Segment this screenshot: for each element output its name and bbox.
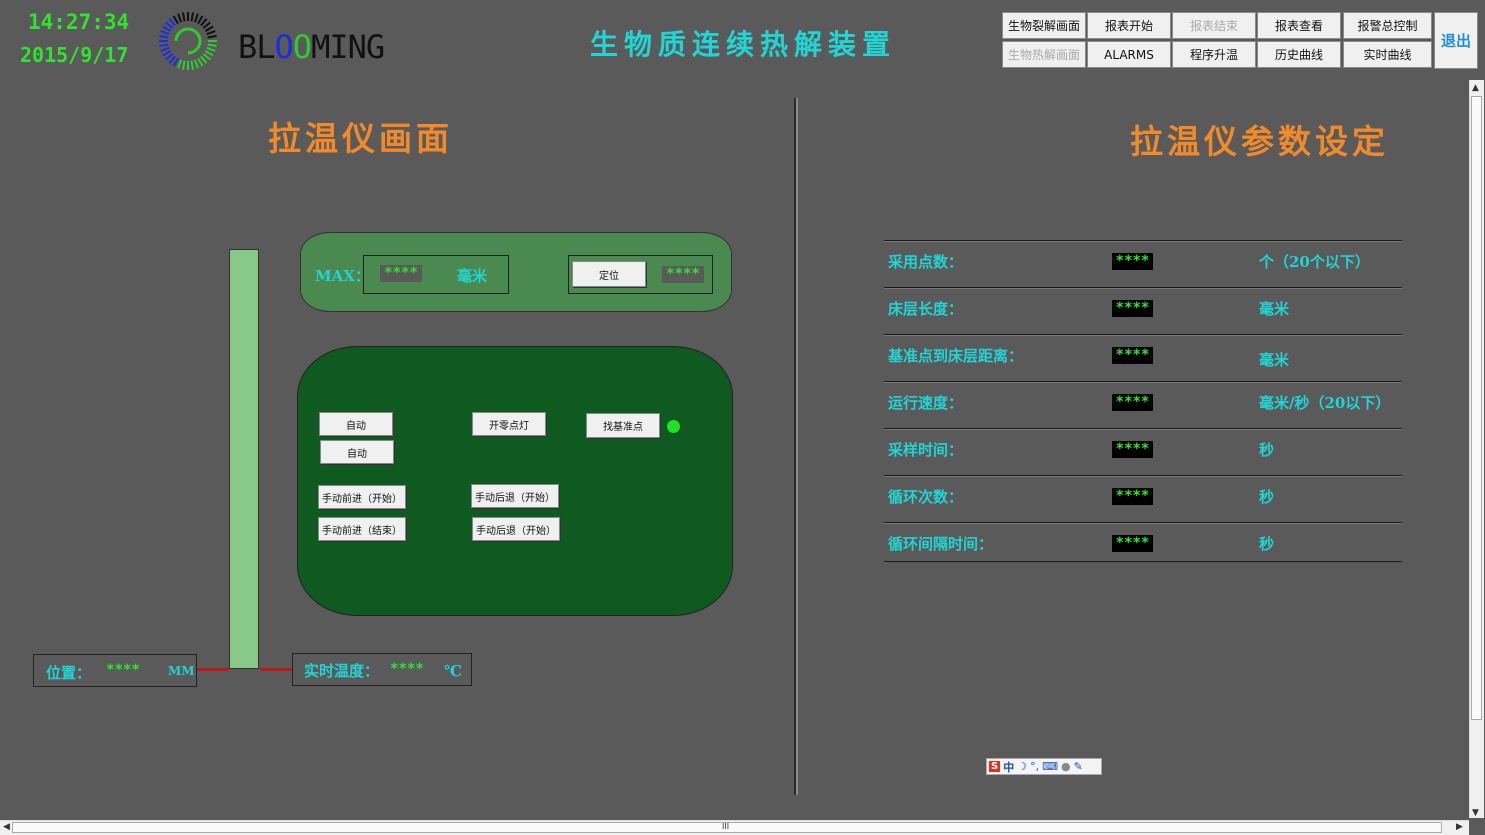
app-title: 生物质连续热解装置 — [590, 28, 897, 61]
brand-letter: N — [347, 28, 367, 66]
parameter-value-input[interactable]: **** — [1112, 488, 1153, 505]
parameter-label: 运行速度： — [888, 394, 964, 412]
parameter-row: 循环间隔时间： **** 秒 — [884, 522, 1402, 570]
temperature-unit: ℃ — [444, 662, 462, 680]
parameter-label: 循环次数： — [888, 488, 964, 506]
nav-button-row1-2[interactable]: 报表开始 — [1087, 12, 1171, 39]
punctuation-icon[interactable]: °, — [1030, 760, 1039, 773]
parameter-unit: 秒 — [1259, 488, 1275, 506]
nav-button-row1-3[interactable]: 报表结束 — [1172, 12, 1256, 39]
nav-button-row2-4[interactable]: 历史曲线 — [1257, 41, 1341, 68]
clock-time: 14:27:34 — [28, 10, 130, 34]
column-bar — [229, 249, 259, 669]
position-connector — [197, 668, 229, 671]
scroll-down-icon[interactable]: ▼ — [1472, 808, 1479, 818]
nav-button-row1-5[interactable]: 报警总控制 — [1343, 12, 1432, 39]
nav-button-row1-1[interactable]: 生物裂解画面 — [1002, 12, 1086, 39]
nav-button-row1-4[interactable]: 报表查看 — [1257, 12, 1341, 39]
parameter-label: 循环间隔时间： — [888, 535, 994, 553]
position-unit: MM — [168, 664, 195, 678]
temp-connector — [260, 668, 292, 671]
auto-button-1[interactable]: 自动 — [319, 412, 393, 436]
temperature-label: 实时温度： — [304, 662, 380, 680]
temperature-value: **** — [388, 661, 426, 678]
wrench-icon[interactable]: ✎ — [1074, 760, 1083, 773]
brand-letter: M — [311, 28, 330, 66]
manual-backward-start-button-2[interactable]: 手动后退（开始） — [472, 517, 560, 541]
auto-button-2[interactable]: 自动 — [320, 440, 394, 464]
ime-toolbar[interactable]: S 中 ☽ °, ⌨ ● ✎ — [986, 758, 1102, 775]
brand-letter: O — [292, 28, 312, 66]
vertical-divider — [794, 98, 796, 795]
brand-letter: I — [329, 28, 348, 66]
scroll-up-icon[interactable]: ▲ — [1472, 83, 1479, 93]
parameter-unit: 毫米 — [1259, 300, 1290, 318]
parameter-unit: 秒 — [1259, 441, 1275, 459]
zero-light-button[interactable]: 开零点灯 — [472, 412, 546, 436]
scroll-grip-icon: III — [722, 822, 730, 831]
parameter-row: 采样时间： **** 秒 — [884, 428, 1402, 476]
parameter-label: 床层长度： — [888, 300, 964, 318]
parameter-value-input[interactable]: **** — [1112, 347, 1153, 364]
manual-backward-start-button-1[interactable]: 手动后退（开始） — [471, 484, 559, 508]
parameter-row: 循环次数： **** 秒 — [884, 475, 1402, 523]
parameter-row: 基准点到床层距离： **** 毫米 — [884, 334, 1402, 382]
position-label: 位置： — [46, 664, 92, 682]
scroll-left-icon[interactable]: ◀ — [3, 822, 10, 832]
parameter-unit: 个（20个以下） — [1259, 253, 1370, 271]
ime-mode[interactable]: 中 — [1003, 759, 1014, 775]
user-icon[interactable]: ● — [1061, 760, 1071, 773]
moon-icon[interactable]: ☽ — [1017, 760, 1027, 773]
blooming-logo-icon — [159, 12, 217, 70]
keyboard-icon[interactable]: ⌨ — [1042, 760, 1058, 773]
locate-value: **** — [662, 266, 704, 283]
parameter-value-input[interactable]: **** — [1112, 394, 1153, 411]
nav-button-row2-5[interactable]: 实时曲线 — [1343, 41, 1432, 68]
max-unit: 毫米 — [457, 267, 488, 285]
parameter-label: 采样时间： — [888, 441, 964, 459]
max-label: MAX： — [315, 267, 370, 285]
ime-logo-icon: S — [989, 761, 1001, 772]
parameter-value-input[interactable]: **** — [1112, 535, 1153, 552]
brand-letter: B — [238, 28, 257, 66]
nav-button-row2-3[interactable]: 程序升温 — [1172, 41, 1256, 68]
manual-forward-end-button[interactable]: 手动前进（结束） — [318, 517, 406, 541]
parameter-value-input[interactable]: **** — [1112, 441, 1153, 458]
clock-date: 2015/9/17 — [20, 43, 129, 67]
parameter-table-bottom-line — [884, 561, 1402, 562]
parameter-label: 采用点数： — [888, 253, 964, 271]
scroll-right-icon[interactable]: ▶ — [1456, 822, 1463, 832]
parameter-row: 运行速度： **** 毫米/秒（20以下） — [884, 381, 1402, 429]
right-section-title: 拉温仪参数设定 — [1130, 122, 1389, 161]
nav-button-row2-1[interactable]: 生物热解画面 — [1002, 41, 1086, 68]
brand-name: BLOOMING — [238, 28, 385, 66]
nav-button-row2-2[interactable]: ALARMS — [1087, 41, 1171, 68]
exit-button[interactable]: 退出 — [1434, 12, 1478, 69]
parameter-row: 床层长度： **** 毫米 — [884, 287, 1402, 335]
position-value: **** — [103, 662, 143, 679]
brand-letter: G — [365, 28, 385, 66]
control-panel — [297, 346, 733, 616]
parameter-value-input[interactable]: **** — [1112, 300, 1153, 317]
find-reference-button[interactable]: 找基准点 — [586, 413, 660, 438]
brand-letter: L — [256, 28, 275, 66]
parameter-unit: 秒 — [1259, 535, 1275, 553]
parameter-value-input[interactable]: **** — [1112, 253, 1153, 270]
manual-forward-start-button[interactable]: 手动前进（开始） — [318, 485, 406, 509]
parameter-label: 基准点到床层距离： — [888, 347, 1024, 365]
parameter-unit: 毫米/秒（20以下） — [1259, 394, 1391, 412]
parameter-unit: 毫米 — [1259, 351, 1290, 369]
status-indicator-light — [667, 420, 680, 433]
parameter-row: 采用点数： **** 个（20个以下） — [884, 240, 1402, 288]
max-value: **** — [380, 265, 422, 282]
brand-letter: O — [274, 28, 294, 66]
left-section-title: 拉温仪画面 — [268, 119, 453, 158]
locate-button[interactable]: 定位 — [572, 261, 646, 287]
vertical-scroll-thumb[interactable] — [1471, 96, 1482, 720]
